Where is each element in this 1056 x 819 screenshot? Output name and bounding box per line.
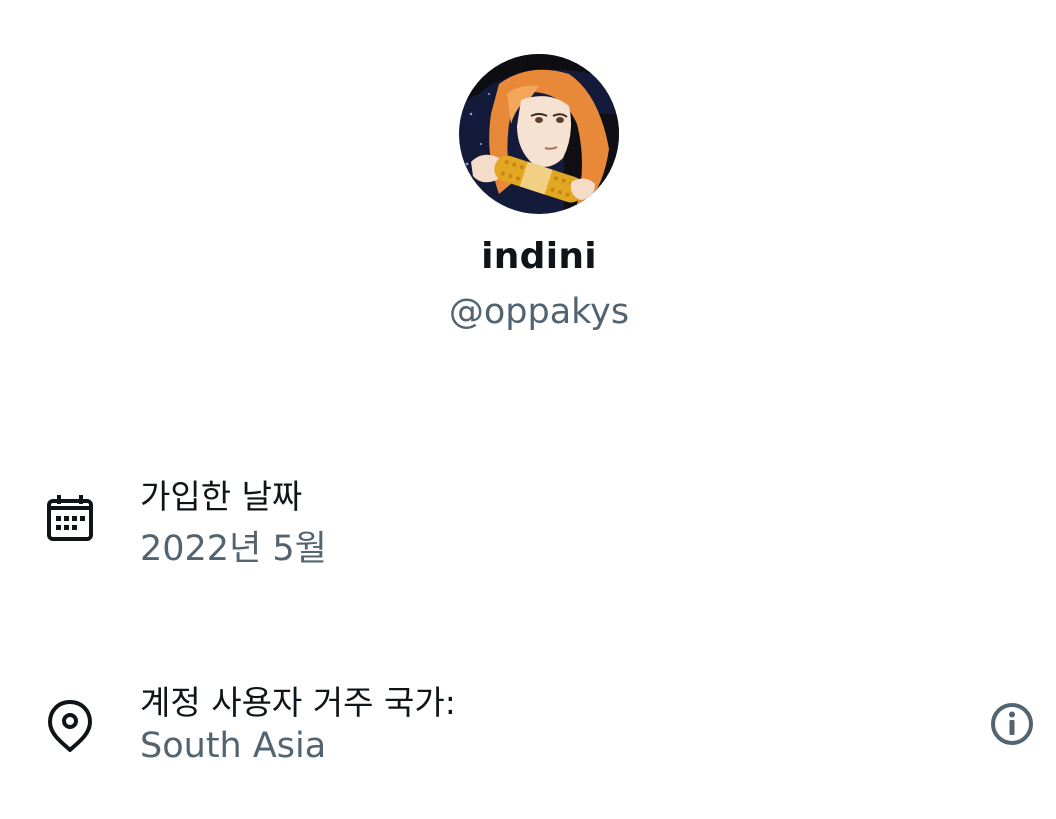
display-name: indini <box>481 236 597 277</box>
profile-header: indini @oppakys <box>0 0 1056 360</box>
joined-date-label: 가입한 날짜 <box>140 477 303 516</box>
user-handle: @oppakys <box>448 292 630 332</box>
account-location-label: 계정 사용자 거주 국가: <box>140 683 456 722</box>
joined-date-row: 가입한 날짜 2022년 5월 <box>0 470 1056 570</box>
calendar-icon <box>44 492 96 548</box>
location-pin-icon <box>44 698 96 758</box>
info-icon[interactable] <box>988 700 1036 752</box>
joined-date-value: 2022년 5월 <box>140 529 327 569</box>
avatar[interactable] <box>459 54 619 214</box>
avatar-illustration <box>459 54 619 214</box>
account-location-row: 계정 사용자 거주 국가: South Asia <box>0 676 1056 776</box>
account-location-value: South Asia <box>140 726 327 766</box>
